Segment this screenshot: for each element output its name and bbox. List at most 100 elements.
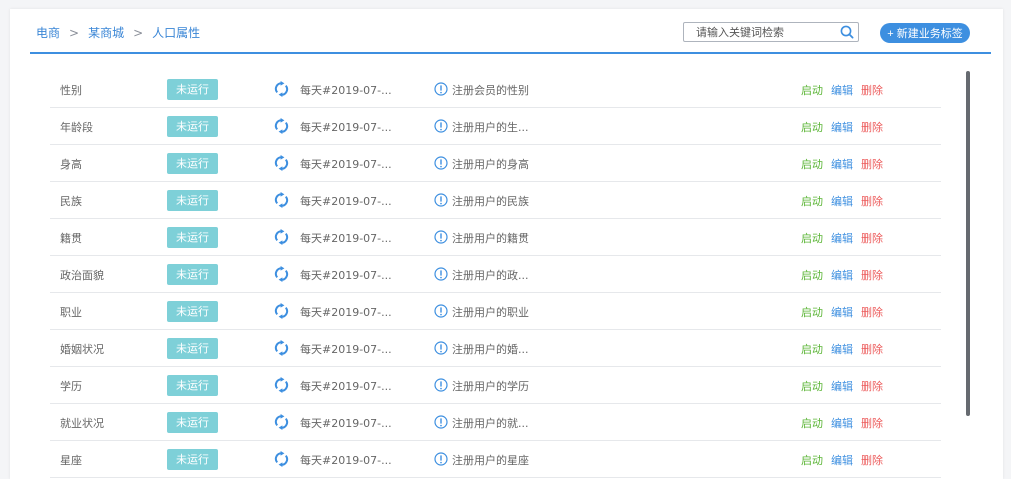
refresh-icon[interactable]	[274, 303, 289, 319]
start-link[interactable]: 启动	[801, 267, 823, 283]
breadcrumb-item-2[interactable]: 某商城	[88, 26, 124, 40]
edit-link[interactable]: 编辑	[831, 119, 853, 135]
description-text: 注册用户的政...	[452, 269, 529, 282]
description-text: 注册用户的籍贯	[452, 232, 529, 245]
refresh-icon[interactable]	[274, 81, 289, 97]
tag-row: 民族 未运行 每天#2019-07-... 注册用户的民族 启动 编辑 删除	[50, 182, 941, 219]
delete-link[interactable]: 删除	[861, 82, 883, 98]
refresh-icon[interactable]	[274, 155, 289, 171]
start-link[interactable]: 启动	[801, 119, 823, 135]
start-link[interactable]: 启动	[801, 193, 823, 209]
status-badge: 未运行	[167, 338, 218, 359]
edit-link[interactable]: 编辑	[831, 156, 853, 172]
refresh-icon[interactable]	[274, 192, 289, 208]
delete-link[interactable]: 删除	[861, 156, 883, 172]
tag-name: 籍贯	[60, 232, 82, 245]
new-business-tag-button[interactable]: + 新建业务标签	[880, 23, 970, 43]
breadcrumb-item-current: 人口属性	[152, 26, 201, 40]
start-link[interactable]: 启动	[801, 452, 823, 468]
search-input[interactable]	[696, 25, 836, 39]
refresh-icon[interactable]	[274, 451, 289, 467]
status-badge: 未运行	[167, 227, 218, 248]
tag-row: 婚姻状况 未运行 每天#2019-07-... 注册用户的婚... 启动 编辑 …	[50, 330, 941, 367]
delete-link[interactable]: 删除	[861, 452, 883, 468]
refresh-icon[interactable]	[274, 340, 289, 356]
edit-link[interactable]: 编辑	[831, 452, 853, 468]
status-badge: 未运行	[167, 264, 218, 285]
info-icon	[434, 378, 448, 392]
edit-link[interactable]: 编辑	[831, 82, 853, 98]
edit-link[interactable]: 编辑	[831, 267, 853, 283]
refresh-icon[interactable]	[274, 414, 289, 430]
description-text: 注册用户的学历	[452, 380, 529, 393]
delete-link[interactable]: 删除	[861, 378, 883, 394]
breadcrumb-separator: >	[69, 26, 80, 40]
edit-link[interactable]: 编辑	[831, 193, 853, 209]
schedule-text: 每天#2019-07-...	[300, 306, 392, 319]
breadcrumb-item-1[interactable]: 电商	[36, 26, 60, 40]
tag-name: 民族	[60, 195, 82, 208]
tag-row: 职业 未运行 每天#2019-07-... 注册用户的职业 启动 编辑 删除	[50, 293, 941, 330]
edit-link[interactable]: 编辑	[831, 341, 853, 357]
breadcrumb: 电商 > 某商城 > 人口属性	[36, 24, 200, 41]
info-icon	[434, 156, 448, 170]
search-icon[interactable]	[840, 25, 854, 39]
edit-link[interactable]: 编辑	[831, 378, 853, 394]
delete-link[interactable]: 删除	[861, 415, 883, 431]
tag-row: 年龄段 未运行 每天#2019-07-... 注册用户的生... 启动 编辑 删…	[50, 108, 941, 145]
delete-link[interactable]: 删除	[861, 341, 883, 357]
delete-link[interactable]: 删除	[861, 267, 883, 283]
schedule-text: 每天#2019-07-...	[300, 417, 392, 430]
status-badge: 未运行	[167, 449, 218, 470]
schedule-text: 每天#2019-07-...	[300, 158, 392, 171]
schedule-text: 每天#2019-07-...	[300, 232, 392, 245]
schedule-text: 每天#2019-07-...	[300, 121, 392, 134]
delete-link[interactable]: 删除	[861, 193, 883, 209]
tag-row: 身高 未运行 每天#2019-07-... 注册用户的身高 启动 编辑 删除	[50, 145, 941, 182]
tag-name: 学历	[60, 380, 82, 393]
content-panel: 电商 > 某商城 > 人口属性 + 新建业务标签 性别 未运行 每天#2019-07-.…	[10, 9, 1003, 479]
delete-link[interactable]: 删除	[861, 304, 883, 320]
info-icon	[434, 82, 448, 96]
refresh-icon[interactable]	[274, 266, 289, 282]
edit-link[interactable]: 编辑	[831, 230, 853, 246]
start-link[interactable]: 启动	[801, 378, 823, 394]
tag-name: 星座	[60, 454, 82, 467]
tag-row: 政治面貌 未运行 每天#2019-07-... 注册用户的政... 启动 编辑 …	[50, 256, 941, 293]
description-text: 注册用户的婚...	[452, 343, 529, 356]
start-link[interactable]: 启动	[801, 156, 823, 172]
status-badge: 未运行	[167, 190, 218, 211]
start-link[interactable]: 启动	[801, 341, 823, 357]
tag-name: 政治面貌	[60, 269, 104, 282]
schedule-text: 每天#2019-07-...	[300, 84, 392, 97]
description-text: 注册用户的职业	[452, 306, 529, 319]
tag-row: 学历 未运行 每天#2019-07-... 注册用户的学历 启动 编辑 删除	[50, 367, 941, 404]
delete-link[interactable]: 删除	[861, 230, 883, 246]
status-badge: 未运行	[167, 375, 218, 396]
refresh-icon[interactable]	[274, 377, 289, 393]
vertical-scrollbar[interactable]	[966, 71, 970, 416]
tag-row: 星座 未运行 每天#2019-07-... 注册用户的星座 启动 编辑 删除	[50, 441, 941, 478]
start-link[interactable]: 启动	[801, 415, 823, 431]
start-link[interactable]: 启动	[801, 230, 823, 246]
search-box	[683, 22, 859, 42]
description-text: 注册用户的身高	[452, 158, 529, 171]
tag-name: 职业	[60, 306, 82, 319]
status-badge: 未运行	[167, 301, 218, 322]
delete-link[interactable]: 删除	[861, 119, 883, 135]
tag-name: 年龄段	[60, 121, 93, 134]
start-link[interactable]: 启动	[801, 82, 823, 98]
refresh-icon[interactable]	[274, 229, 289, 245]
description-text: 注册用户的生...	[452, 121, 529, 134]
edit-link[interactable]: 编辑	[831, 415, 853, 431]
schedule-text: 每天#2019-07-...	[300, 269, 392, 282]
info-icon	[434, 415, 448, 429]
refresh-icon[interactable]	[274, 118, 289, 134]
description-text: 注册用户的星座	[452, 454, 529, 467]
tag-row: 就业状况 未运行 每天#2019-07-... 注册用户的就... 启动 编辑 …	[50, 404, 941, 441]
breadcrumb-separator: >	[133, 26, 144, 40]
start-link[interactable]: 启动	[801, 304, 823, 320]
edit-link[interactable]: 编辑	[831, 304, 853, 320]
tag-list: 性别 未运行 每天#2019-07-... 注册会员的性别 启动 编辑 删除 年…	[50, 71, 941, 478]
tag-name: 就业状况	[60, 417, 104, 430]
